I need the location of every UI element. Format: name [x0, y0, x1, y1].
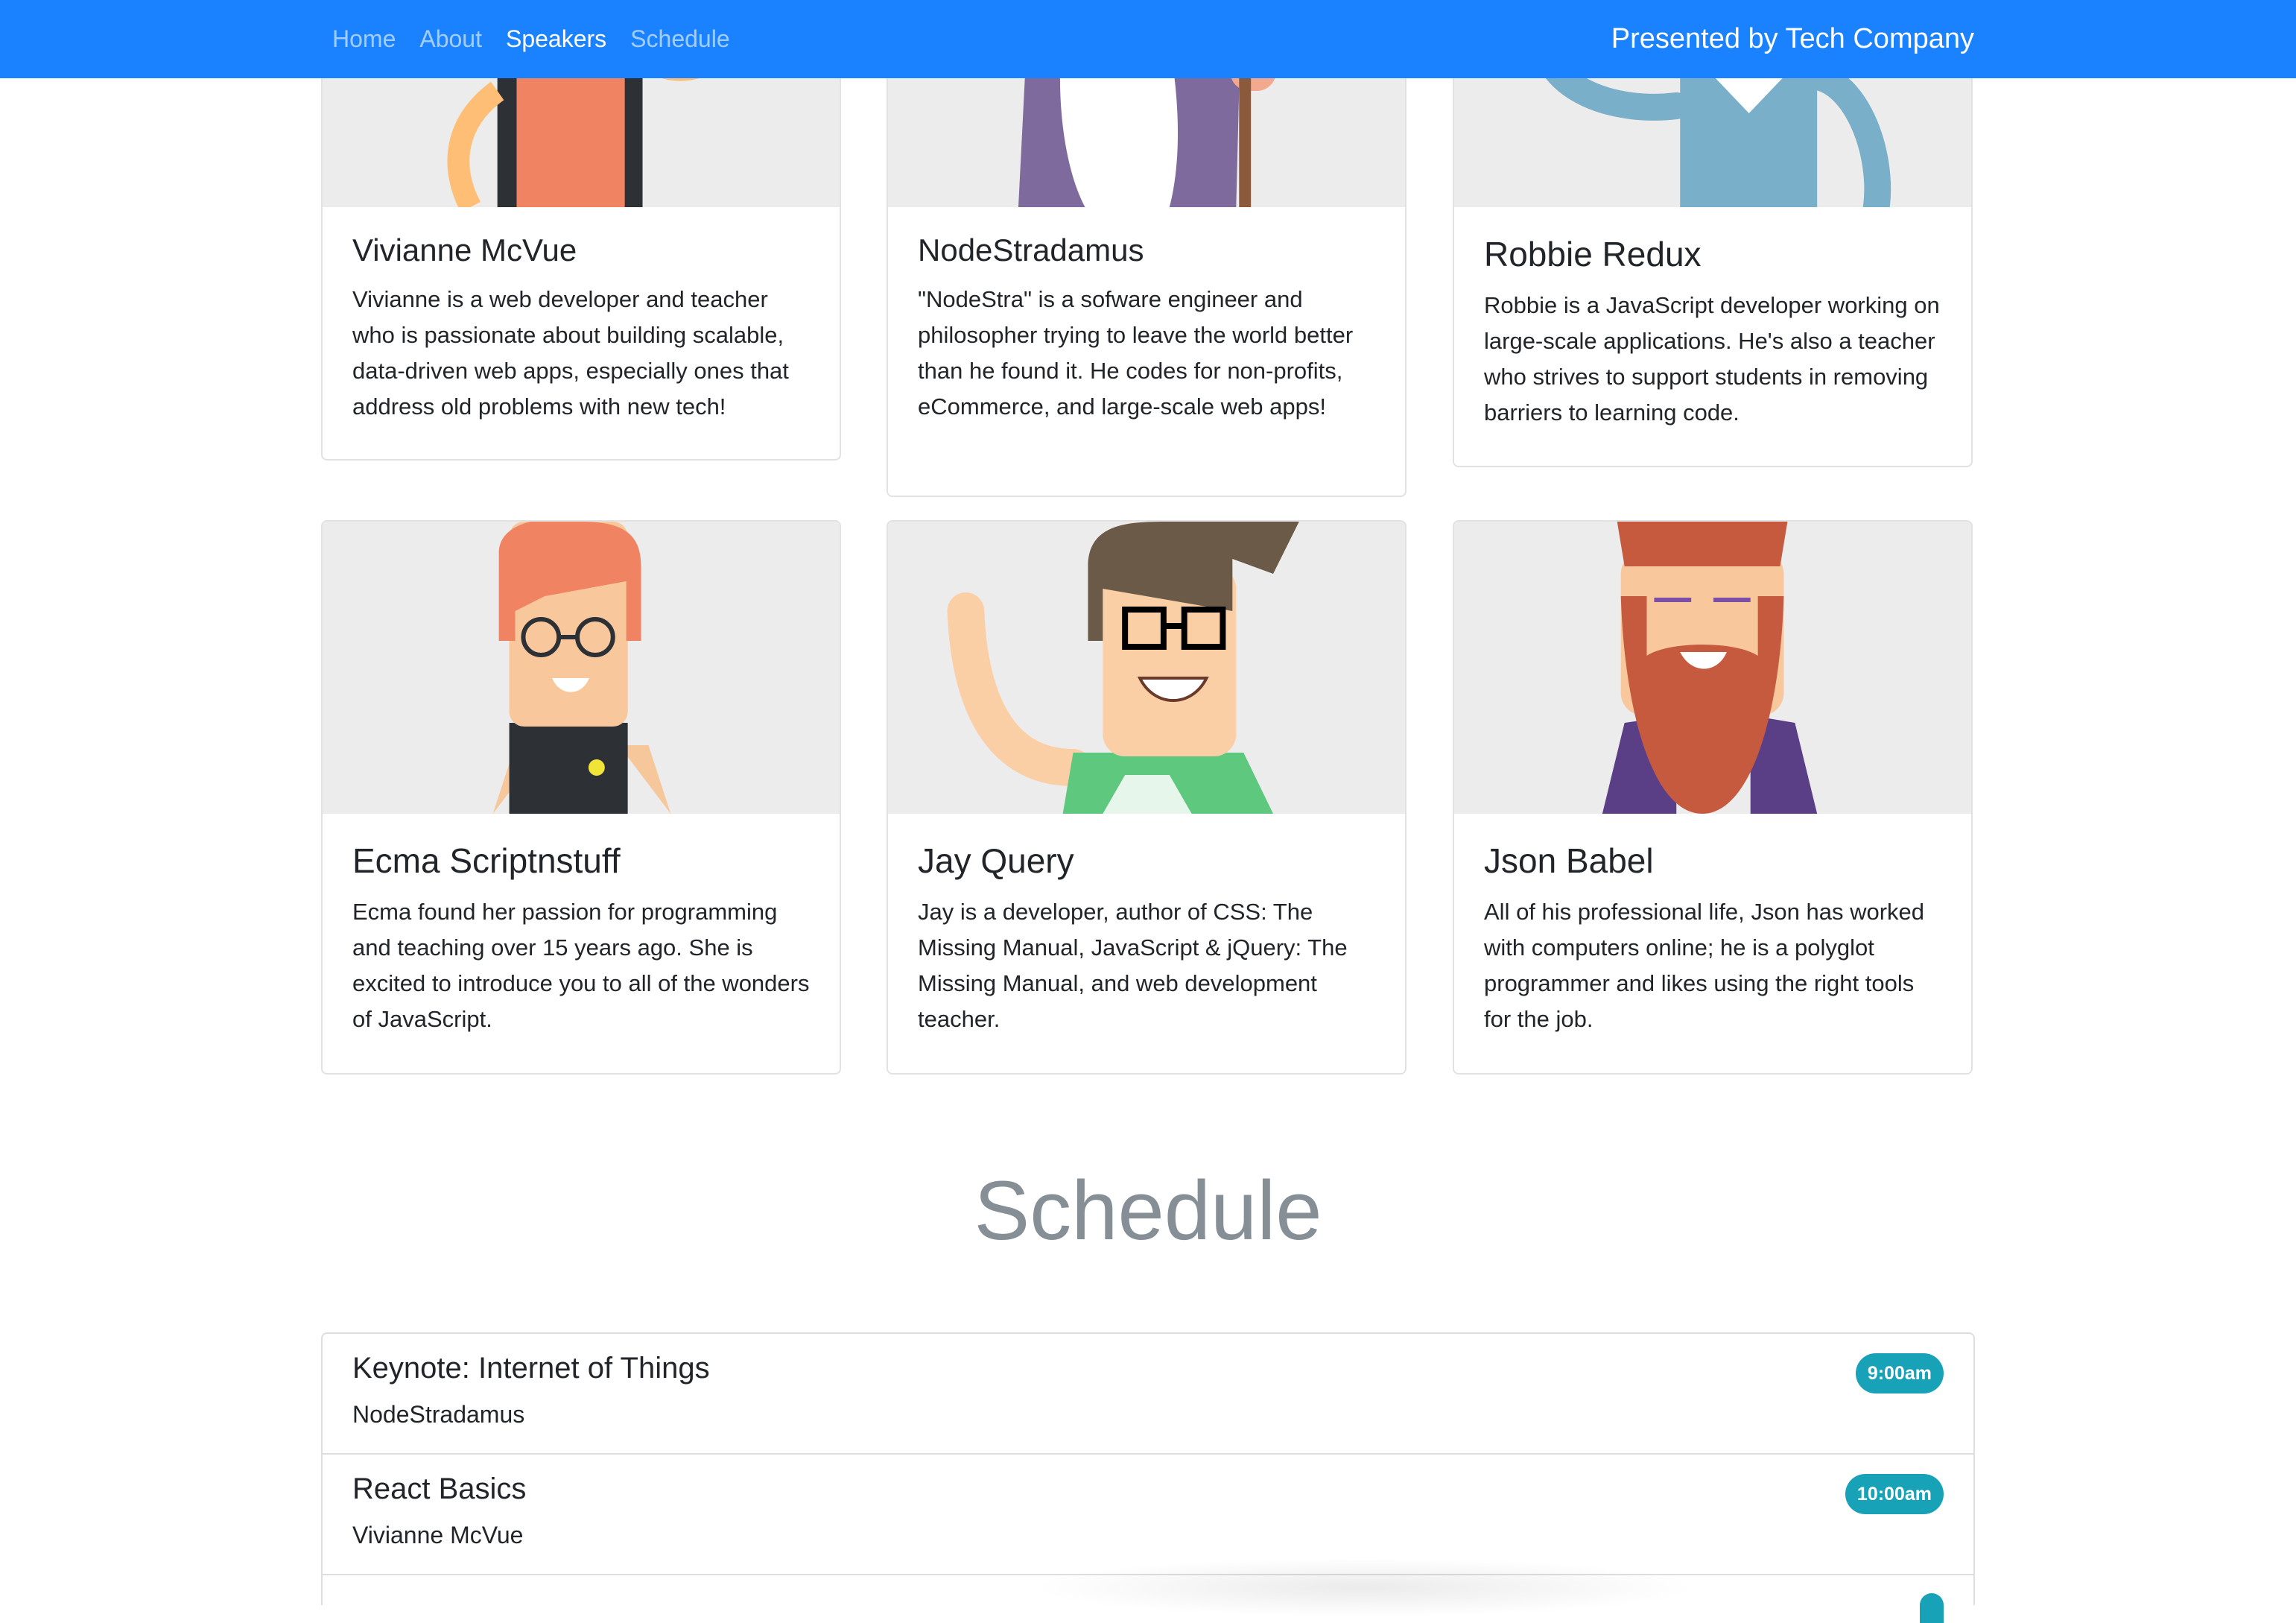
speaker-card: NodeStradamus "NodeStra" is a sofware en… — [887, 30, 1407, 497]
nav-brand: Presented by Tech Company — [1611, 23, 1974, 54]
speaker-card: Robbie Redux Robbie is a JavaScript deve… — [1453, 30, 1973, 467]
time-badge: 9:00am — [1855, 1353, 1944, 1393]
speaker-name: Ecma Scriptnstuff — [352, 841, 621, 880]
speaker-avatar — [1454, 522, 1971, 814]
ecma-avatar-icon — [323, 522, 840, 814]
session-title: React Basics — [352, 1472, 527, 1505]
speaker-bio: All of his professional life, Json has w… — [1484, 899, 1925, 1032]
speaker-bio: Robbie is a JavaScript developer working… — [1484, 292, 1940, 425]
card-body: Json Babel All of his professional life,… — [1484, 841, 1941, 1037]
card-body: Jay Query Jay is a developer, author of … — [918, 841, 1375, 1037]
card-body: NodeStradamus "NodeStra" is a sofware en… — [918, 232, 1375, 425]
speaker-name: Vivianne McVue — [352, 232, 577, 268]
nav-link-schedule[interactable]: Schedule — [630, 25, 729, 53]
speaker-card: Json Babel All of his professional life,… — [1453, 520, 1973, 1075]
jay-avatar-icon — [888, 522, 1405, 814]
speaker-card: Jay Query Jay is a developer, author of … — [887, 520, 1407, 1075]
speaker-card: Vivianne McVue Vivianne is a web develop… — [321, 30, 841, 461]
speaker-bio: "NodeStra" is a sofware engineer and phi… — [918, 286, 1354, 420]
nav-link-about[interactable]: About — [419, 25, 482, 53]
nav-link-home[interactable]: Home — [332, 25, 396, 53]
card-body: Robbie Redux Robbie is a JavaScript deve… — [1484, 234, 1941, 431]
navbar: Home About Speakers Schedule Presented b… — [0, 0, 2296, 78]
json-avatar-icon — [1454, 522, 1971, 814]
speaker-bio: Vivianne is a web developer and teacher … — [352, 286, 789, 420]
speaker-name: Json Babel — [1484, 841, 1654, 880]
speaker-bio: Jay is a developer, author of CSS: The M… — [918, 899, 1348, 1032]
card-body: Vivianne McVue Vivianne is a web develop… — [352, 232, 810, 425]
speaker-name: Jay Query — [918, 841, 1074, 880]
speaker-avatar — [323, 522, 840, 814]
scroll-shadow — [1028, 1557, 1699, 1617]
nav-links: Home About Speakers Schedule — [332, 0, 754, 78]
time-badge — [1920, 1593, 1944, 1623]
session-speaker: NodeStradamus — [352, 1401, 525, 1428]
session-speaker: Vivianne McVue — [352, 1522, 524, 1548]
session-title: Keynote: Internet of Things — [352, 1352, 710, 1385]
speaker-avatar — [888, 522, 1405, 814]
time-badge: 10:00am — [1845, 1474, 1944, 1514]
schedule-heading: Schedule — [974, 1164, 1322, 1257]
nav-link-speakers[interactable]: Speakers — [506, 25, 606, 53]
speaker-card: Ecma Scriptnstuff Ecma found her passion… — [321, 520, 841, 1075]
speaker-name: NodeStradamus — [918, 232, 1144, 268]
card-body: Ecma Scriptnstuff Ecma found her passion… — [352, 841, 810, 1037]
session-item[interactable]: Keynote: Internet of Things NodeStradamu… — [323, 1334, 1973, 1455]
speaker-bio: Ecma found her passion for programming a… — [352, 899, 810, 1032]
speaker-name: Robbie Redux — [1484, 235, 1702, 273]
